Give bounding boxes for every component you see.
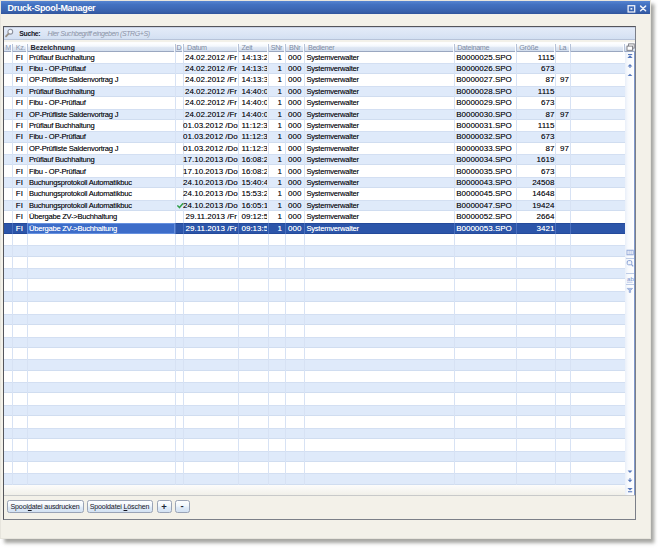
- svg-text:ab: ab: [627, 275, 634, 282]
